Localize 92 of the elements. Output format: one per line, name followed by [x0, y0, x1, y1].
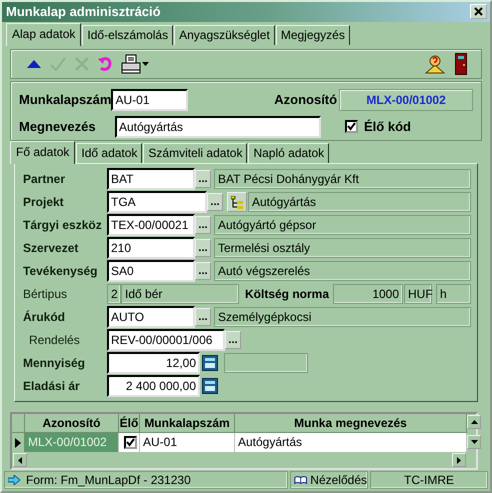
text-field[interactable]: TEX-00/00021 — [107, 214, 195, 236]
field-label: Munkalapszám — [19, 90, 112, 109]
checkbox-label: Élő kód — [364, 118, 411, 136]
field-label: Árukód — [23, 309, 66, 326]
lookup-button[interactable]: ... — [225, 331, 241, 349]
check-icon — [50, 56, 66, 71]
tab[interactable]: Anyagszükséglet — [174, 24, 275, 44]
exit-door-icon — [455, 52, 467, 75]
text-field[interactable]: Autógyártás — [115, 116, 321, 138]
field-label: Mennyiség — [23, 355, 86, 372]
lookup-button[interactable]: ... — [195, 170, 211, 188]
readonly-field: h — [436, 284, 471, 304]
field-label: Rendelés — [28, 332, 81, 349]
tab[interactable]: Számviteli adatok — [143, 143, 248, 163]
text-field[interactable]: TGA — [107, 191, 207, 213]
readonly-field: Autógyártó gépsor — [214, 215, 471, 235]
status-text: Nézelődés — [310, 472, 367, 488]
arrow-icon — [8, 475, 20, 485]
text-field[interactable]: 210 — [107, 237, 195, 259]
table-cell: MLX-00/01002 — [25, 433, 119, 452]
scroll-left-button[interactable] — [13, 453, 27, 467]
text-field[interactable]: SA0 — [107, 260, 195, 282]
field-label: Bértipus — [23, 286, 68, 303]
help-icon — [424, 52, 446, 75]
text-field[interactable]: REV-00/00001/006 — [107, 329, 225, 351]
printer-button[interactable] — [121, 54, 149, 74]
tab[interactable]: Fő adatok — [10, 141, 76, 164]
cross-icon — [75, 56, 89, 71]
field-label: Megnevezés — [19, 118, 97, 136]
field-label: Partner — [23, 171, 66, 188]
readonly-field: Autó végszerelés — [214, 261, 471, 281]
left-arrow-icon — [18, 456, 22, 464]
id-display: MLX-00/01002 — [339, 88, 473, 110]
lookup-button[interactable]: ... — [195, 308, 211, 326]
checkbox[interactable] — [124, 436, 137, 449]
readonly-field: Autógyártás — [248, 192, 471, 212]
number-field[interactable]: 2 400 000,00 — [107, 375, 200, 397]
up-arrow-icon — [470, 420, 478, 424]
field-label: Azonosító — [274, 90, 338, 109]
lookup-button[interactable]: ... — [195, 262, 211, 280]
up-arrow-button[interactable] — [27, 60, 41, 68]
status-text: Form: Fm_MunLapDf - 231230 — [26, 472, 191, 488]
calculator-icon — [202, 355, 218, 371]
tab[interactable]: Napló adatok — [248, 143, 330, 163]
text-field[interactable]: AUTO — [107, 306, 195, 328]
calculator-icon — [202, 378, 218, 394]
close-icon — [474, 7, 483, 16]
close-button[interactable] — [470, 4, 487, 20]
lookup-button[interactable]: ... — [207, 193, 223, 211]
tree-button[interactable] — [227, 192, 247, 212]
number-field[interactable]: 12,00 — [107, 352, 200, 374]
scroll-up-button[interactable] — [467, 415, 481, 429]
readonly-field: BAT Pécsi Dohánygyár Kft — [214, 169, 471, 189]
text-field[interactable]: AU-01 — [111, 88, 188, 110]
tab[interactable]: Idő-elszámolás — [82, 24, 174, 44]
field-label: Eladási ár — [23, 378, 81, 395]
down-arrow-icon — [470, 440, 478, 444]
tab[interactable]: Megjegyzés — [276, 24, 350, 44]
readonly-field: 1000 — [333, 284, 404, 304]
tab[interactable]: Idő adatok — [76, 143, 142, 163]
tree-icon — [231, 196, 243, 208]
exit-door-button[interactable] — [455, 52, 467, 75]
checkbox[interactable] — [345, 120, 358, 133]
field-label: Projekt — [23, 194, 65, 211]
undo-icon — [98, 56, 112, 72]
readonly-field: HUF — [404, 284, 432, 304]
right-arrow-icon — [457, 456, 461, 464]
table-cell: AU-01 — [140, 433, 235, 452]
text-field[interactable]: BAT — [107, 168, 195, 190]
status-text: TC-IMRE — [404, 472, 454, 488]
calculator-button[interactable] — [202, 378, 218, 394]
readonly-field: Termelési osztály — [214, 238, 471, 258]
book-icon — [294, 475, 308, 485]
scroll-down-button[interactable] — [467, 435, 481, 449]
readonly-field: Személygépkocsi — [214, 307, 471, 327]
lookup-button[interactable]: ... — [195, 239, 211, 257]
printer-icon — [121, 54, 149, 74]
field-label: Költség norma — [245, 286, 330, 303]
scroll-right-button[interactable] — [452, 453, 466, 467]
readonly-field: 2 — [107, 284, 121, 304]
check-icon — [126, 438, 135, 447]
field-label: Szervezet — [23, 240, 80, 257]
readonly-field: Idő bér — [121, 284, 239, 304]
help-button[interactable] — [424, 52, 446, 75]
field-label: Tevékenység — [23, 263, 98, 280]
check-icon — [347, 122, 356, 131]
window-title: Munkalap adminisztráció — [6, 3, 161, 21]
calculator-button[interactable] — [202, 355, 218, 371]
field-label: Tárgyi eszköz — [23, 217, 103, 234]
lookup-button[interactable]: ... — [195, 216, 211, 234]
up-arrow-icon — [27, 60, 41, 68]
tab[interactable]: Alap adatok — [6, 22, 82, 46]
